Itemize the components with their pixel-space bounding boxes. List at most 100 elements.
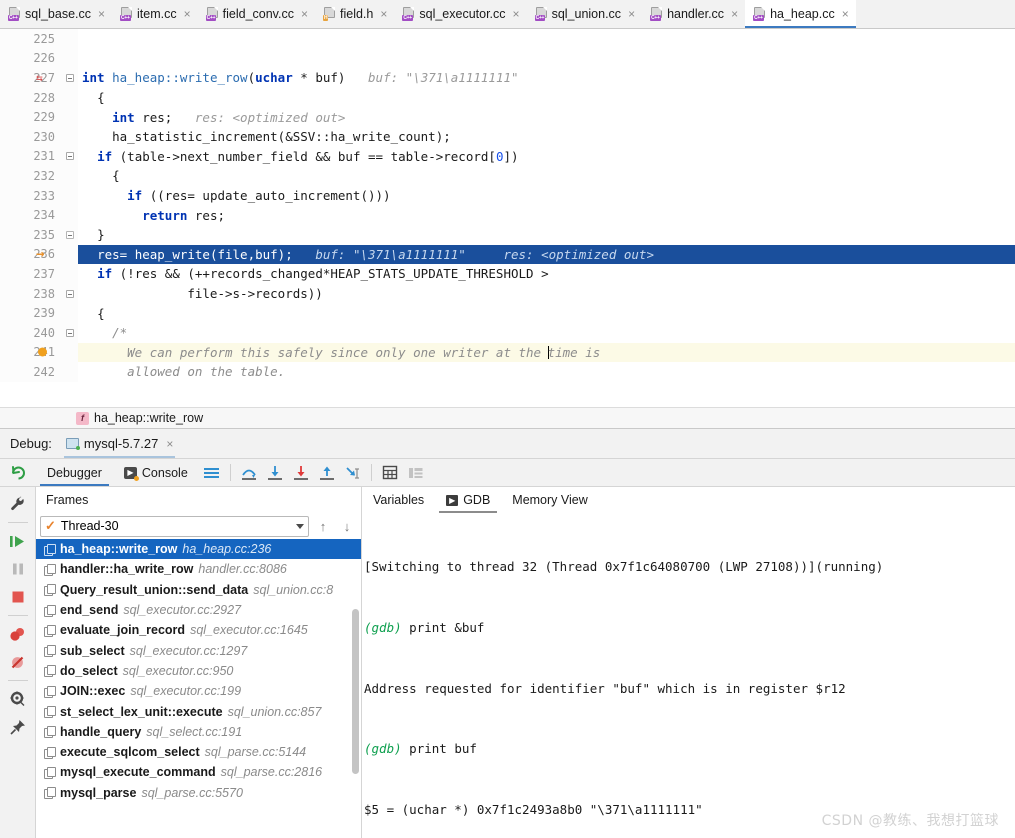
tab-memory-view[interactable]: Memory View <box>501 487 598 513</box>
close-icon[interactable]: × <box>301 8 308 20</box>
step-out-button[interactable] <box>314 459 340 486</box>
pause-program-icon[interactable] <box>3 556 33 582</box>
fold-gutter[interactable] <box>62 322 78 343</box>
frame-row-ha_heap-write_row[interactable]: ha_heap::write_row ha_heap.cc:236 <box>36 539 361 560</box>
tab-debugger[interactable]: Debugger <box>36 459 113 486</box>
gdb-pane: Variables ▶ GDB Memory View [Switching t… <box>362 487 1015 838</box>
toolbar-separator <box>370 464 372 481</box>
layout-settings-button[interactable] <box>403 459 429 486</box>
intention-bulb-icon[interactable] <box>38 347 47 357</box>
close-icon[interactable]: × <box>513 8 520 20</box>
resume-program-icon[interactable] <box>3 528 33 554</box>
overridden-method-icon[interactable]: ⇆ <box>36 72 43 83</box>
fold-gutter[interactable] <box>62 146 78 167</box>
show-execution-point-button[interactable] <box>199 459 225 486</box>
line-number: 229 <box>0 107 62 127</box>
frames-list[interactable]: ha_heap::write_row ha_heap.cc:236 handle… <box>36 539 361 838</box>
frames-scrollbar[interactable] <box>352 609 359 774</box>
fold-gutter[interactable] <box>62 68 78 88</box>
fold-gutter <box>62 185 78 206</box>
tab-console[interactable]: ▶ Console <box>113 459 199 486</box>
view-breakpoints-icon[interactable] <box>3 621 33 647</box>
frame-row-mysql_parse[interactable]: mysql_parse sql_parse.cc:5570 <box>36 783 361 803</box>
frame-row-join-exec[interactable]: JOIN::exec sql_executor.cc:199 <box>36 681 361 701</box>
frame-function: handle_query <box>60 724 142 739</box>
editor-tab-ha_heap-cc[interactable]: C++ ha_heap.cc × <box>745 0 856 28</box>
gdb-console-output[interactable]: [Switching to thread 32 (Thread 0x7f1c64… <box>362 513 1015 838</box>
frame-location: sql_executor.cc:199 <box>130 684 242 699</box>
debugger-side-toolbar <box>0 487 36 838</box>
editor-tab-sql_executor-cc[interactable]: C++ sql_executor.cc × <box>394 0 526 28</box>
breadcrumb[interactable]: f ha_heap::write_row <box>0 407 1015 429</box>
console-line: (gdb) print &buf <box>364 618 1015 638</box>
settings-wrench-icon[interactable] <box>3 491 33 517</box>
stop-program-icon[interactable] <box>3 584 33 610</box>
editor-tab-handler-cc[interactable]: C++ handler.cc × <box>642 0 745 28</box>
calculator-icon <box>382 465 397 480</box>
thread-name: Thread-30 <box>60 519 119 533</box>
kw-int: int <box>112 109 135 125</box>
code-editor[interactable]: 225 226 ⇆ 227 int ha_heap::write_row(uch… <box>0 29 1015 407</box>
frame-function: end_send <box>60 603 119 618</box>
line-number: 240 <box>0 322 62 343</box>
frame-location: sql_executor.cc:950 <box>122 663 234 678</box>
gdb-prompt: (gdb) <box>364 741 402 757</box>
frame-row-handler-ha_write_row[interactable]: handler::ha_write_row handler.cc:8086 <box>36 559 361 579</box>
decl: res; <box>134 109 173 125</box>
thread-dropdown[interactable]: ✓ Thread-30 <box>40 515 309 537</box>
frame-row-execute_sqlcom_select[interactable]: execute_sqlcom_select sql_parse.cc:5144 <box>36 742 361 762</box>
line-number: 230 <box>0 126 62 147</box>
editor-tab-label: field.h <box>340 7 374 21</box>
frame-row-handle_query[interactable]: handle_query sql_select.cc:191 <box>36 722 361 742</box>
fold-gutter[interactable] <box>62 283 78 304</box>
editor-tab-sql_base-cc[interactable]: C++ sql_base.cc × <box>0 0 112 28</box>
frame-row-mysql_execute_command[interactable]: mysql_execute_command sql_parse.cc:2816 <box>36 762 361 782</box>
debug-tool-window-header: Debug: mysql-5.7.27 × <box>0 429 1015 459</box>
frame-row-sub_select[interactable]: sub_select sql_executor.cc:1297 <box>36 640 361 660</box>
editor-tab-sql_union-cc[interactable]: C++ sql_union.cc × <box>527 0 643 28</box>
tab-gdb[interactable]: ▶ GDB <box>435 487 501 513</box>
layout-icon <box>408 467 423 478</box>
frame-function: do_select <box>60 663 118 678</box>
close-icon[interactable]: × <box>380 8 387 20</box>
editor-tab-item-cc[interactable]: C++ item.cc × <box>112 0 198 28</box>
pin-tab-icon[interactable] <box>3 714 33 740</box>
frame-down-button[interactable]: ↓ <box>337 519 357 534</box>
editor-tab-field-h[interactable]: H field.h × <box>315 0 394 28</box>
frame-row-query_result_union-send_data[interactable]: Query_result_union::send_data sql_union.… <box>36 580 361 600</box>
brace: { <box>97 90 105 106</box>
close-icon[interactable]: × <box>628 8 635 20</box>
mute-breakpoints-icon[interactable] <box>3 649 33 675</box>
fold-gutter[interactable] <box>62 224 78 245</box>
frame-row-st_select_lex_unit-execute[interactable]: st_select_lex_unit::execute sql_union.cc… <box>36 701 361 721</box>
code-text: return res; <box>78 208 1015 223</box>
debug-session-tab[interactable]: mysql-5.7.27 × <box>60 429 179 458</box>
frame-row-evaluate_join_record[interactable]: evaluate_join_record sql_executor.cc:164… <box>36 620 361 640</box>
debugger-settings-icon[interactable] <box>3 686 33 712</box>
line-number: 242 <box>0 362 62 382</box>
close-icon[interactable]: × <box>184 8 191 20</box>
cpp-file-icon: C++ <box>402 7 415 21</box>
editor-tab-label: sql_base.cc <box>25 7 92 21</box>
step-over-button[interactable] <box>236 459 262 486</box>
frame-row-do_select[interactable]: do_select sql_executor.cc:950 <box>36 661 361 681</box>
rerun-debug-icon[interactable] <box>0 464 36 481</box>
inline-debug-hint-buf: buf: "\371\a1111111" <box>315 246 466 262</box>
force-step-into-button[interactable] <box>288 459 314 486</box>
frame-up-button[interactable]: ↑ <box>313 519 333 534</box>
editor-tab-field_conv-cc[interactable]: C++ field_conv.cc × <box>198 0 315 28</box>
cond: (!res && (++records_changed*HEAP_STATS_U… <box>112 266 549 282</box>
close-icon[interactable]: × <box>166 438 173 450</box>
step-into-button[interactable] <box>262 459 288 486</box>
tab-variables[interactable]: Variables <box>362 487 435 513</box>
close-icon[interactable]: × <box>842 8 849 20</box>
editor-tab-label: sql_union.cc <box>551 7 622 21</box>
close-icon[interactable]: × <box>731 8 738 20</box>
evaluate-expression-button[interactable] <box>377 459 403 486</box>
frame-location: handler.cc:8086 <box>198 562 287 577</box>
run-to-cursor-button[interactable] <box>340 459 366 486</box>
code-line-234: 234 return res; <box>0 205 1015 225</box>
console-text: [Switching to thread 32 (Thread 0x7f1c64… <box>364 559 884 575</box>
close-icon[interactable]: × <box>98 8 105 20</box>
frame-row-end_send[interactable]: end_send sql_executor.cc:2927 <box>36 600 361 620</box>
